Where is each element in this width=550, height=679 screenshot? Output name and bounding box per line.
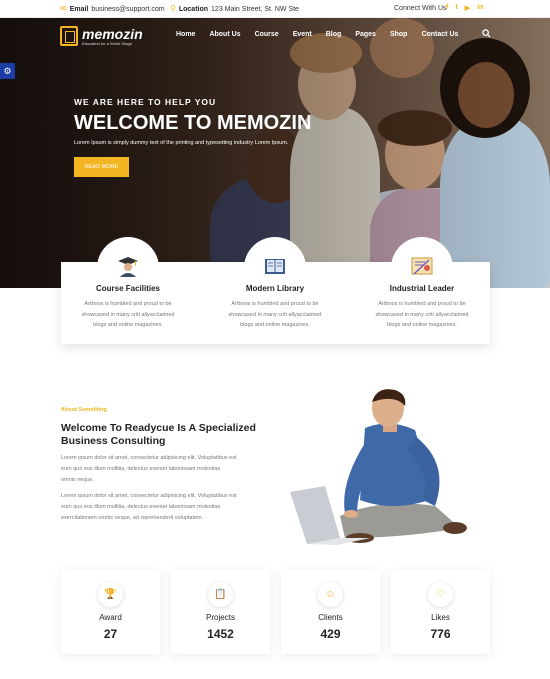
heart-icon: ♡: [428, 582, 453, 607]
about-eyebrow: About Something: [61, 407, 107, 413]
trophy-icon: 🏆: [98, 582, 123, 607]
hero-eyebrow: WE ARE HERE TO HELP YOU: [74, 97, 217, 107]
email-value[interactable]: business@support.com: [91, 6, 164, 13]
search-icon[interactable]: [482, 29, 491, 40]
hero-title: WELCOME TO MEMOZIN: [74, 112, 312, 134]
read-more-button[interactable]: READ MORE: [74, 157, 129, 177]
logo[interactable]: memozin Education for a World Stage: [60, 26, 143, 46]
graduate-icon: [118, 257, 138, 277]
stat-value: 776: [430, 627, 451, 641]
nav-item-home[interactable]: Home: [176, 31, 195, 38]
stat-label: Clients: [318, 613, 343, 622]
email-label: Email: [69, 5, 89, 13]
stat-value: 1452: [207, 627, 234, 641]
top-bar: ✉ Email business@support.com ⚲ Location …: [0, 0, 550, 18]
stat-label: Projects: [206, 613, 235, 622]
main-nav: memozin Education for a World Stage Home…: [0, 18, 550, 58]
nav-item-blog[interactable]: Blog: [326, 31, 342, 38]
nav-item-pages[interactable]: Pages: [355, 31, 376, 38]
hero-subtitle: Lorem Ipsum is simply dummy text of the …: [74, 140, 289, 146]
twitter-icon[interactable]: t: [455, 4, 457, 12]
stat-label: Award: [99, 613, 122, 622]
nav-menu: Home About Us Course Event Blog Pages Sh…: [176, 31, 458, 38]
location-value: 123 Main Street, St. NW Ste: [211, 5, 299, 13]
feature-title: Modern Library: [245, 284, 305, 293]
feature-modern-library: Modern Library Artboos is humbled and pr…: [208, 284, 342, 331]
connect-label: Connect With Us: [394, 5, 447, 12]
nav-item-about[interactable]: About Us: [209, 31, 240, 38]
stat-projects: 📋 Projects 1452: [171, 570, 270, 654]
nav-item-course[interactable]: Course: [255, 31, 279, 38]
envelope-icon: ✉: [60, 4, 67, 13]
smile-icon: ☺: [318, 582, 343, 607]
logo-book-icon: [60, 26, 78, 46]
social-links: f t ▶ in: [446, 4, 483, 12]
nav-item-event[interactable]: Event: [293, 31, 312, 38]
linkedin-icon[interactable]: in: [477, 4, 483, 12]
clipboard-icon: 📋: [208, 582, 233, 607]
location-label: Location: [178, 5, 209, 13]
settings-gear-icon[interactable]: ⚙: [0, 63, 15, 79]
feature-title: Course Facilities: [95, 284, 161, 293]
certificate-icon: [411, 257, 433, 275]
youtube-icon[interactable]: ▶: [465, 4, 470, 12]
man-with-laptop-image: [290, 389, 467, 545]
feature-desc: Artboos is humbled and proud to be showc…: [375, 301, 469, 328]
stat-value: 27: [103, 627, 118, 641]
feature-title: Industrial Leader: [389, 284, 455, 293]
email-info: ✉ Email business@support.com: [60, 5, 165, 13]
feature-course-facilities: Course Facilities Artboos is humbled and…: [61, 284, 195, 331]
stat-label: Likes: [431, 613, 450, 622]
location-pin-icon: ⚲: [170, 4, 176, 13]
feature-industrial-leader: Industrial Leader Artboos is humbled and…: [355, 284, 489, 331]
feature-desc: Artboos is humbled and proud to be showc…: [228, 301, 322, 328]
stat-likes: ♡ Likes 776: [391, 570, 490, 654]
location-info: ⚲ Location 123 Main Street, St. NW Ste: [170, 5, 299, 13]
stat-clients: ☺ Clients 429: [281, 570, 380, 654]
nav-item-shop[interactable]: Shop: [390, 31, 408, 38]
feature-desc: Artboos is humbled and proud to be showc…: [81, 301, 175, 328]
stat-value: 429: [320, 627, 341, 641]
brand-name: memozin: [82, 25, 143, 42]
about-paragraph-2: Lorem ipsum dolor sit amet, consectetur …: [61, 493, 237, 521]
about-paragraph-1: Lorem ipsum dolor sit amet, consectetur …: [61, 455, 237, 483]
about-title: Welcome To Readycue Is A Specialized Bus…: [61, 422, 256, 447]
stat-award: 🏆 Award 27: [61, 570, 160, 654]
facebook-icon[interactable]: f: [446, 4, 448, 12]
book-icon: [265, 259, 285, 274]
nav-item-contact[interactable]: Contact Us: [421, 31, 458, 38]
